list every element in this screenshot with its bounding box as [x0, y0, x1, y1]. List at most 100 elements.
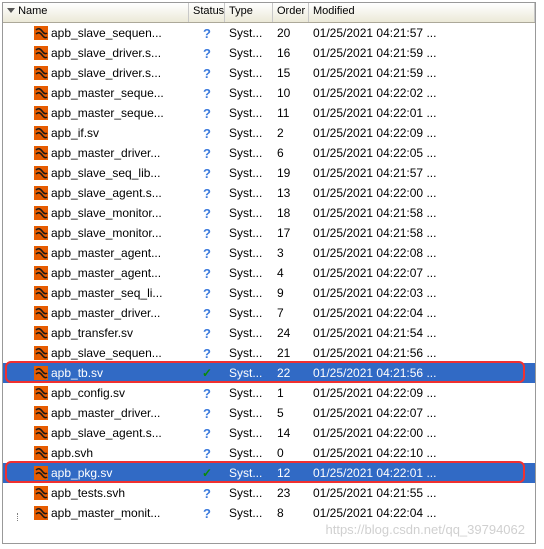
- file-name-cell: apb_slave_sequen...: [3, 25, 189, 41]
- file-icon: [33, 165, 49, 181]
- table-row[interactable]: apb_slave_seq_lib...?Syst...1901/25/2021…: [3, 163, 535, 183]
- file-name-label: apb_slave_agent.s...: [51, 186, 162, 200]
- file-name-label: apb_tests.svh: [51, 486, 125, 500]
- file-icon: [33, 185, 49, 201]
- order-cell: 22: [273, 366, 309, 380]
- status-cell: ?: [189, 206, 225, 221]
- file-icon: [33, 505, 49, 521]
- watermark: https://blog.csdn.net/qq_39794062: [326, 522, 526, 537]
- table-row[interactable]: apb_slave_monitor...?Syst...1701/25/2021…: [3, 223, 535, 243]
- table-row[interactable]: apb_transfer.sv?Syst...2401/25/2021 04:2…: [3, 323, 535, 343]
- type-cell: Syst...: [225, 26, 273, 40]
- table-row[interactable]: apb.svh?Syst...001/25/2021 04:22:10 ...: [3, 443, 535, 463]
- table-row[interactable]: apb_master_agent...?Syst...401/25/2021 0…: [3, 263, 535, 283]
- check-icon: ✓: [202, 466, 212, 480]
- question-icon: ?: [203, 166, 211, 181]
- order-cell: 0: [273, 446, 309, 460]
- type-cell: Syst...: [225, 186, 273, 200]
- file-name-cell: apb_master_driver...: [3, 405, 189, 421]
- file-name-cell: apb_master_seq_li...: [3, 285, 189, 301]
- table-row[interactable]: apb_master_driver...?Syst...601/25/2021 …: [3, 143, 535, 163]
- table-row[interactable]: apb_pkg.sv✓Syst...1201/25/2021 04:22:01 …: [3, 463, 535, 483]
- col-header-order[interactable]: Order: [273, 3, 309, 22]
- question-icon: ?: [203, 346, 211, 361]
- question-icon: ?: [203, 486, 211, 501]
- file-name-label: apb_config.sv: [51, 386, 125, 400]
- file-name-cell: apb_slave_agent.s...: [3, 185, 189, 201]
- question-icon: ?: [203, 246, 211, 261]
- order-cell: 7: [273, 306, 309, 320]
- col-header-modified[interactable]: Modified: [309, 3, 535, 22]
- col-header-status[interactable]: Status: [189, 3, 225, 22]
- table-row[interactable]: apb_slave_driver.s...?Syst...1501/25/202…: [3, 63, 535, 83]
- status-cell: ?: [189, 166, 225, 181]
- file-name-cell: apb_config.sv: [3, 385, 189, 401]
- modified-cell: 01/25/2021 04:22:05 ...: [309, 146, 535, 160]
- table-row[interactable]: apb_slave_driver.s...?Syst...1601/25/202…: [3, 43, 535, 63]
- file-name-cell: apb_tb.sv: [3, 365, 189, 381]
- modified-cell: 01/25/2021 04:22:01 ...: [309, 106, 535, 120]
- table-row[interactable]: apb_slave_sequen...?Syst...2001/25/2021 …: [3, 23, 535, 43]
- sort-indicator-icon: [7, 5, 18, 17]
- file-name-cell: apb_tests.svh: [3, 485, 189, 501]
- file-name-cell: apb_master_driver...: [3, 305, 189, 321]
- order-cell: 17: [273, 226, 309, 240]
- table-row[interactable]: apb_master_driver...?Syst...701/25/2021 …: [3, 303, 535, 323]
- modified-cell: 01/25/2021 04:21:59 ...: [309, 66, 535, 80]
- modified-cell: 01/25/2021 04:22:07 ...: [309, 266, 535, 280]
- type-cell: Syst...: [225, 346, 273, 360]
- table-row[interactable]: apb_tests.svh?Syst...2301/25/2021 04:21:…: [3, 483, 535, 503]
- order-cell: 4: [273, 266, 309, 280]
- table-row[interactable]: apb_slave_monitor...?Syst...1801/25/2021…: [3, 203, 535, 223]
- status-cell: ?: [189, 26, 225, 41]
- table-row[interactable]: apb_master_driver...?Syst...501/25/2021 …: [3, 403, 535, 423]
- file-name-label: apb_slave_driver.s...: [51, 46, 161, 60]
- file-name-label: apb_slave_monitor...: [51, 226, 162, 240]
- status-cell: ?: [189, 246, 225, 261]
- modified-cell: 01/25/2021 04:22:00 ...: [309, 426, 535, 440]
- question-icon: ?: [203, 386, 211, 401]
- table-row[interactable]: apb_master_monit...?Syst...801/25/2021 0…: [3, 503, 535, 523]
- status-cell: ?: [189, 106, 225, 121]
- status-cell: ?: [189, 346, 225, 361]
- question-icon: ?: [203, 46, 211, 61]
- file-icon: [33, 465, 49, 481]
- status-cell: ✓: [189, 366, 225, 380]
- table-row[interactable]: apb_slave_agent.s...?Syst...1401/25/2021…: [3, 423, 535, 443]
- file-name-cell: apb_master_agent...: [3, 245, 189, 261]
- column-header-row: Name Status Type Order Modified: [3, 3, 535, 23]
- col-header-name[interactable]: Name: [3, 3, 189, 22]
- status-cell: ?: [189, 86, 225, 101]
- type-cell: Syst...: [225, 266, 273, 280]
- question-icon: ?: [203, 86, 211, 101]
- type-cell: Syst...: [225, 146, 273, 160]
- table-row[interactable]: apb_master_seque...?Syst...1101/25/2021 …: [3, 103, 535, 123]
- file-name-label: apb_tb.sv: [51, 366, 103, 380]
- table-row[interactable]: apb_master_agent...?Syst...301/25/2021 0…: [3, 243, 535, 263]
- file-icon: [33, 145, 49, 161]
- order-cell: 21: [273, 346, 309, 360]
- type-cell: Syst...: [225, 506, 273, 520]
- table-row[interactable]: apb_slave_agent.s...?Syst...1301/25/2021…: [3, 183, 535, 203]
- modified-cell: 01/25/2021 04:22:01 ...: [309, 466, 535, 480]
- table-row[interactable]: apb_tb.sv✓Syst...2201/25/2021 04:21:56 .…: [3, 363, 535, 383]
- file-name-cell: apb_slave_sequen...: [3, 345, 189, 361]
- status-cell: ?: [189, 146, 225, 161]
- file-icon: [33, 245, 49, 261]
- table-row[interactable]: apb_if.sv?Syst...201/25/2021 04:22:09 ..…: [3, 123, 535, 143]
- file-name-cell: apb.svh: [3, 445, 189, 461]
- file-icon: [33, 125, 49, 141]
- modified-cell: 01/25/2021 04:22:03 ...: [309, 286, 535, 300]
- file-name-cell: apb_slave_agent.s...: [3, 425, 189, 441]
- file-name-label: apb_master_driver...: [51, 406, 160, 420]
- table-row[interactable]: apb_config.sv?Syst...101/25/2021 04:22:0…: [3, 383, 535, 403]
- col-header-type[interactable]: Type: [225, 3, 273, 22]
- file-name-label: apb_slave_sequen...: [51, 346, 162, 360]
- table-row[interactable]: apb_master_seq_li...?Syst...901/25/2021 …: [3, 283, 535, 303]
- table-row[interactable]: apb_slave_sequen...?Syst...2101/25/2021 …: [3, 343, 535, 363]
- question-icon: ?: [203, 506, 211, 521]
- order-cell: 18: [273, 206, 309, 220]
- type-cell: Syst...: [225, 366, 273, 380]
- file-name-label: apb_slave_agent.s...: [51, 426, 162, 440]
- table-row[interactable]: apb_master_seque...?Syst...1001/25/2021 …: [3, 83, 535, 103]
